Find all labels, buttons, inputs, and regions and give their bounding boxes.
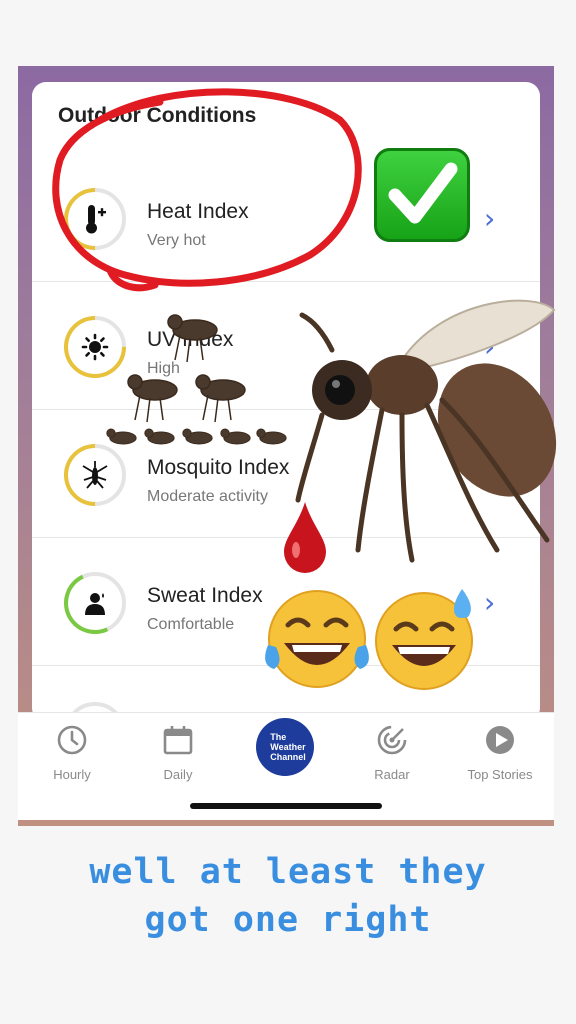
mosquito-index-subtitle: Moderate activity — [147, 488, 268, 505]
tears-of-joy-emoji-icon — [265, 590, 369, 688]
tab-radar[interactable]: Radar — [342, 723, 442, 782]
play-icon — [450, 723, 550, 757]
logo-text: The Weather Channel — [270, 732, 306, 762]
chevron-right-icon: › — [484, 586, 496, 619]
sweat-index-gauge — [55, 563, 135, 643]
mosquito-swarm-icon — [106, 314, 287, 445]
tab-daily-label: Daily — [163, 767, 193, 782]
tab-top-stories-label: Top Stories — [467, 767, 533, 782]
tab-daily[interactable]: Daily — [128, 723, 228, 782]
tab-hourly[interactable]: Hourly — [22, 723, 122, 782]
tab-top-stories[interactable]: Top Stories — [450, 723, 550, 782]
sweat-index-title: Sweat Index — [147, 584, 263, 607]
tab-hourly-label: Hourly — [53, 767, 91, 782]
chevron-right-icon: › — [484, 202, 496, 235]
red-circle-scribble — [52, 88, 362, 292]
person-icon — [68, 576, 122, 630]
weather-channel-logo[interactable]: The Weather Channel — [256, 718, 314, 776]
large-mosquito-icon — [295, 299, 557, 563]
sweat-smile-emoji-icon — [375, 589, 473, 690]
clock-icon — [22, 723, 122, 757]
blood-drop-icon — [284, 502, 326, 573]
sweat-index-subtitle: Comfortable — [147, 616, 235, 633]
radar-icon — [342, 723, 442, 757]
check-mark-icon — [374, 148, 470, 242]
tab-bar: Hourly Daily The Weather Channel Radar T… — [18, 712, 554, 820]
calendar-icon — [128, 723, 228, 757]
caption-line-1: well at least they — [89, 852, 487, 892]
tab-radar-label: Radar — [374, 767, 410, 782]
home-indicator[interactable] — [190, 803, 382, 809]
caption-line-2: got one right — [144, 900, 432, 940]
